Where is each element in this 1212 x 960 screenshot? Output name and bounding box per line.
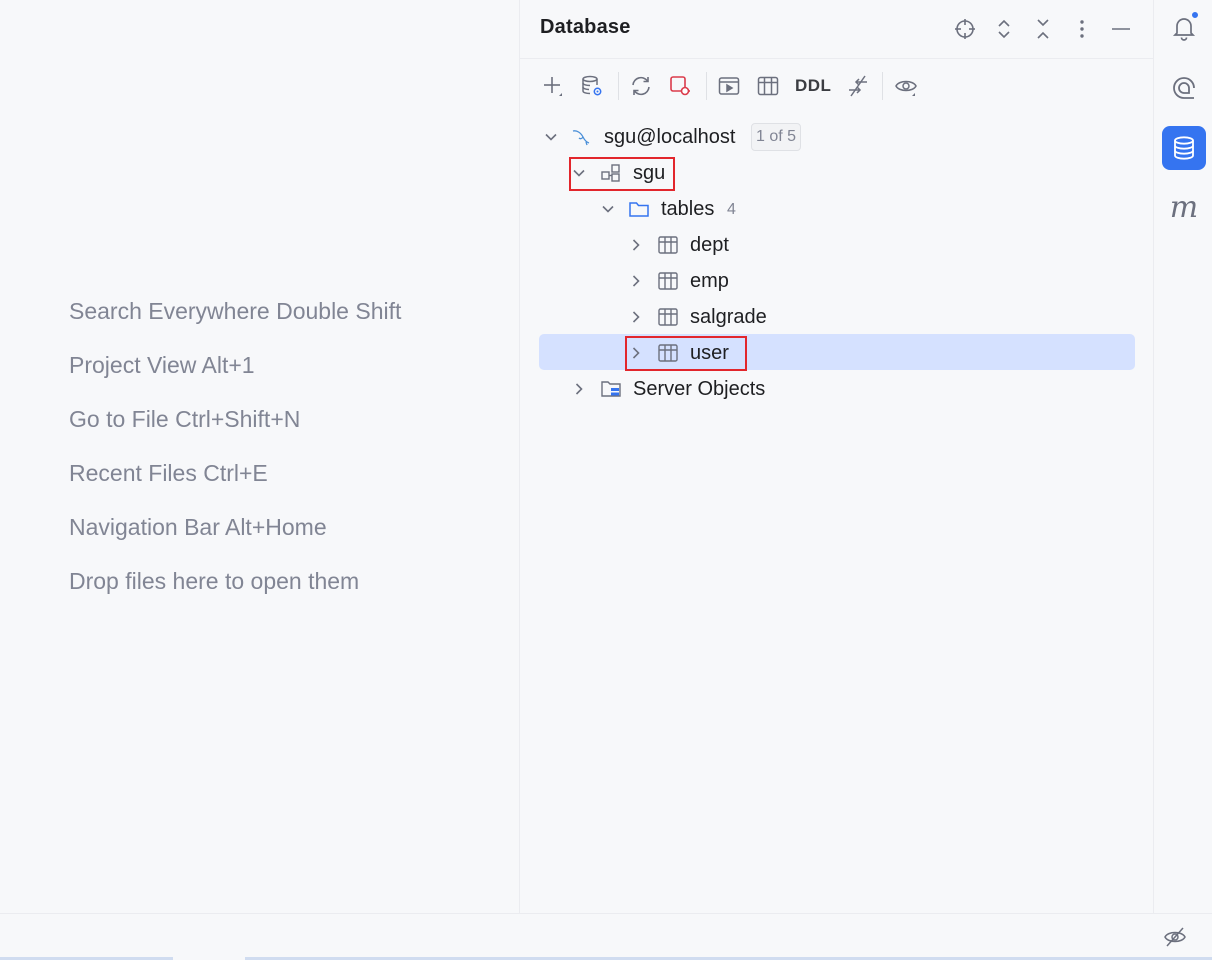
locate-icon[interactable]	[949, 13, 981, 45]
tree-item-server-objects[interactable]: Server Objects	[520, 371, 1153, 407]
database-icon[interactable]	[1162, 126, 1206, 170]
more-options-icon[interactable]	[1066, 13, 1098, 45]
database-tool-window: Database DDL sgu@localhost 1 of 5 sgu ta…	[519, 0, 1153, 913]
table-icon	[658, 236, 678, 254]
tree-item-tables-folder[interactable]: tables 4	[520, 191, 1153, 227]
toolbar-separator	[618, 72, 619, 100]
mysql-icon	[572, 130, 590, 146]
view-options-icon[interactable]	[889, 68, 923, 104]
chevron-right-icon[interactable]	[627, 272, 645, 290]
hint-navigation-bar: Navigation Bar Alt+Home	[69, 514, 327, 540]
highlight-box-user-table	[625, 336, 747, 371]
chevron-down-icon[interactable]	[599, 200, 617, 218]
connection-count-badge[interactable]: 1 of 5	[751, 123, 802, 151]
notifications-icon[interactable]	[1162, 6, 1206, 50]
collapse-all-icon[interactable]	[1027, 13, 1059, 45]
maven-glyph: m	[1169, 190, 1199, 225]
disconnect-icon[interactable]	[663, 68, 697, 104]
expand-all-icon[interactable]	[988, 13, 1020, 45]
chevron-right-icon[interactable]	[627, 308, 645, 326]
refresh-icon[interactable]	[624, 68, 658, 104]
hint-go-to-file: Go to File Ctrl+Shift+N	[69, 406, 301, 432]
chevron-down-icon[interactable]	[542, 128, 560, 146]
table-label: dept	[690, 234, 729, 256]
ai-assistant-icon[interactable]	[1162, 66, 1206, 110]
hint-recent-files: Recent Files Ctrl+E	[69, 460, 268, 486]
tree-item-table-dept[interactable]: dept	[520, 227, 1153, 263]
table-label: emp	[690, 270, 729, 292]
server-objects-icon	[601, 381, 621, 397]
database-panel-header: Database	[520, 0, 1153, 59]
tree-item-connection[interactable]: sgu@localhost 1 of 5	[520, 119, 1153, 155]
chevron-right-icon[interactable]	[627, 236, 645, 254]
jump-to-console-icon[interactable]	[712, 68, 746, 104]
connection-label: sgu@localhost	[604, 126, 736, 148]
highlight-box-schema	[569, 157, 675, 191]
hint-search-everywhere: Search Everywhere Double Shift	[69, 298, 402, 324]
minimize-icon[interactable]	[1105, 13, 1137, 45]
hint-drop-files: Drop files here to open them	[69, 568, 360, 594]
compare-icon[interactable]	[841, 68, 875, 104]
right-tool-stripe: m	[1153, 0, 1212, 913]
add-icon[interactable]	[536, 68, 570, 104]
tables-count: 4	[727, 201, 736, 218]
chevron-right-icon[interactable]	[570, 380, 588, 398]
editor-hints: Search Everywhere Double Shift Project V…	[69, 296, 401, 620]
tree-item-table-user[interactable]: user	[520, 335, 1153, 371]
data-source-properties-icon[interactable]	[575, 68, 609, 104]
panel-title: Database	[540, 16, 631, 38]
tree-item-table-emp[interactable]: emp	[520, 263, 1153, 299]
notification-dot	[1190, 10, 1200, 20]
table-icon	[658, 308, 678, 326]
toolbar-separator	[706, 72, 707, 100]
maven-icon[interactable]: m	[1162, 186, 1206, 230]
table-icon	[658, 272, 678, 290]
status-bar	[0, 913, 1212, 960]
server-objects-label: Server Objects	[633, 378, 766, 400]
tables-folder-label: tables	[661, 198, 715, 220]
table-label: salgrade	[690, 306, 767, 328]
ddl-button[interactable]: DDL	[795, 68, 831, 104]
editor-empty-area: Search Everywhere Double Shift Project V…	[0, 0, 519, 913]
edit-data-icon[interactable]	[751, 68, 785, 104]
power-save-mode-icon[interactable]	[1160, 922, 1190, 952]
folder-icon	[629, 202, 649, 217]
database-toolbar: DDL	[536, 68, 1136, 104]
tree-item-table-salgrade[interactable]: salgrade	[520, 299, 1153, 335]
toolbar-separator	[882, 72, 883, 100]
hint-project-view: Project View Alt+1	[69, 352, 255, 378]
